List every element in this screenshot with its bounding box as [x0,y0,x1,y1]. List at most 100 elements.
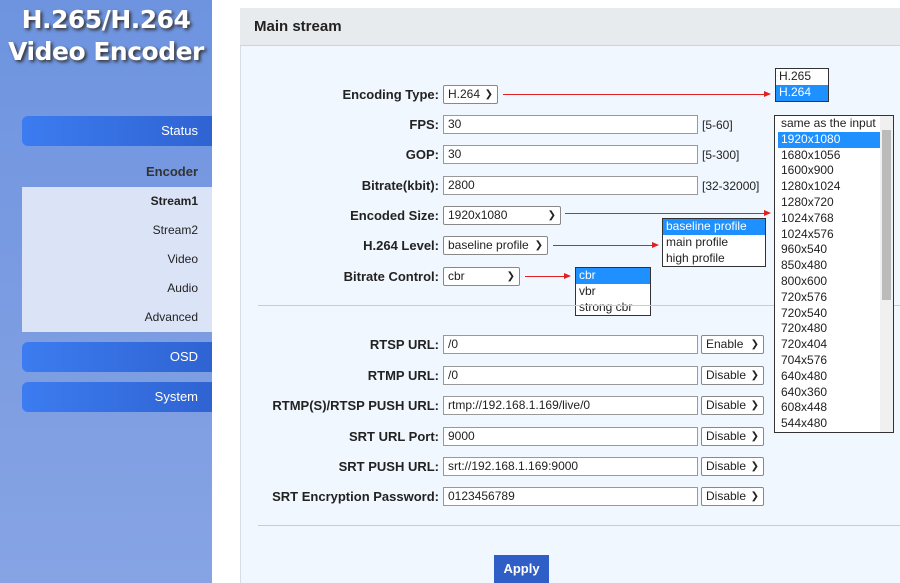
encoding-type-options[interactable]: H.265 H.264 [775,68,829,102]
gop-range: [5-300] [702,148,740,162]
sidebar: H.265/H.264 Video Encoder Status Encoder … [0,0,212,583]
nav-advanced[interactable]: Advanced [22,307,212,327]
srt-push-state-value: Disable [706,459,747,473]
rtmp-url-input[interactable]: /0 [443,366,698,385]
fps-input[interactable]: 30 [443,115,698,134]
encoded-size-value: 1920x1080 [448,208,508,222]
nav-video[interactable]: Video [22,249,212,269]
srt-port-label: SRT URL Port: [348,429,439,444]
nav-osd[interactable]: OSD [22,342,212,372]
fps-range: [5-60] [702,118,733,132]
srt-port-input[interactable]: 9000 [443,427,698,446]
arrow-icon [525,273,571,279]
size-option[interactable]: 640x480 [778,369,880,385]
nav-stream1[interactable]: Stream1 [22,191,212,211]
push-url-label: RTMP(S)/RTSP PUSH URL: [272,398,439,413]
size-option[interactable]: 720x576 [778,290,880,306]
chevron-down-icon: ❯ [506,271,515,282]
size-option[interactable]: same as the input [778,116,880,132]
size-option[interactable]: 1600x900 [778,163,880,179]
scrollbar[interactable] [880,116,893,432]
size-option[interactable]: 960x540 [778,242,880,258]
option-main[interactable]: main profile [663,235,765,251]
chevron-down-icon: ❯ [750,431,759,442]
chevron-down-icon: ❯ [484,89,493,100]
size-option[interactable]: 1280x1024 [778,179,880,195]
srt-push-state-select[interactable]: Disable ❯ [701,457,764,476]
rtsp-state-select[interactable]: Enable ❯ [701,335,764,354]
encoded-size-select[interactable]: 1920x1080 ❯ [443,206,561,225]
gop-label: GOP: [405,147,439,162]
encoded-size-options[interactable]: same as the input 1920x1080 1680x1056 1600x… [774,115,894,433]
chevron-down-icon: ❯ [750,370,759,381]
srt-port-state-select[interactable]: Disable ❯ [701,427,764,446]
push-state-value: Disable [706,398,747,412]
bitrate-label: Bitrate(kbit): [361,178,439,193]
apply-button[interactable]: Apply [494,555,549,583]
chevron-down-icon: ❯ [750,461,759,472]
srt-port-state-value: Disable [706,429,747,443]
size-option[interactable]: 640x360 [778,385,880,401]
option-h264[interactable]: H.264 [776,84,828,101]
arrow-icon [565,210,771,216]
chevron-down-icon: ❯ [750,339,759,350]
option-vbr[interactable]: vbr [576,284,650,300]
divider [258,525,900,526]
h264-level-select[interactable]: baseline profile ❯ [443,236,548,255]
size-option[interactable]: 1680x1056 [778,148,880,164]
fps-label: FPS: [409,117,439,132]
size-option[interactable]: 608x448 [778,400,880,416]
srt-password-label: SRT Encryption Password: [272,489,439,504]
size-option[interactable]: 850x480 [778,258,880,274]
size-option[interactable]: 1280x720 [778,195,880,211]
nav-encoder[interactable]: Encoder [22,162,212,182]
logo-line1: H.265/H.264 [21,5,191,34]
rtmp-url-label: RTMP URL: [367,368,439,383]
nav-stream2[interactable]: Stream2 [22,220,212,240]
size-option[interactable]: 800x600 [778,274,880,290]
chevron-down-icon: ❯ [534,240,543,251]
rtsp-url-input[interactable]: /0 [443,335,698,354]
srt-push-label: SRT PUSH URL: [338,459,439,474]
srt-push-input[interactable]: srt://192.168.1.169:9000 [443,457,698,476]
push-state-select[interactable]: Disable ❯ [701,396,764,415]
size-option[interactable]: 544x480 [778,416,880,432]
encoder-submenu: Stream1 Stream2 Video Audio Advanced [22,187,212,332]
srt-password-state-select[interactable]: Disable ❯ [701,487,764,506]
size-option[interactable]: 704x576 [778,353,880,369]
bitrate-control-options[interactable]: cbr vbr strong cbr [575,267,651,317]
bitrate-input[interactable]: 2800 [443,176,698,195]
rtmp-state-select[interactable]: Disable ❯ [701,366,764,385]
nav-system[interactable]: System [22,382,212,412]
option-strong-cbr[interactable]: strong cbr [576,300,650,316]
rtmp-state-value: Disable [706,368,747,382]
logo-line2: Video Encoder [8,37,204,66]
size-option[interactable]: 720x540 [778,306,880,322]
bitrate-control-label: Bitrate Control: [343,269,439,284]
size-option[interactable]: 720x480 [778,321,880,337]
nav-status[interactable]: Status [22,116,212,146]
srt-password-input[interactable]: 0123456789 [443,487,698,506]
nav-audio[interactable]: Audio [22,278,212,298]
encoding-type-label: Encoding Type: [342,87,439,102]
option-h265[interactable]: H.265 [776,69,828,85]
size-option[interactable]: 1024x768 [778,211,880,227]
arrow-icon [553,242,659,248]
size-option[interactable]: 1024x576 [778,227,880,243]
scrollbar-thumb[interactable] [882,130,891,300]
h264-level-options[interactable]: baseline profile main profile high profi… [662,218,766,268]
gop-input[interactable]: 30 [443,145,698,164]
bitrate-control-select[interactable]: cbr ❯ [443,267,520,286]
push-url-input[interactable]: rtmp://192.168.1.169/live/0 [443,396,698,415]
rtsp-url-label: RTSP URL: [369,337,439,352]
size-option[interactable]: 720x404 [778,337,880,353]
option-baseline[interactable]: baseline profile [663,219,765,235]
option-cbr[interactable]: cbr [576,268,650,284]
h264-level-value: baseline profile [448,238,529,252]
arrow-icon [503,91,771,97]
size-option[interactable]: 1920x1080 [778,131,880,148]
option-high[interactable]: high profile [663,251,765,267]
page-title: Main stream [240,8,900,46]
encoding-type-select[interactable]: H.264 ❯ [443,85,498,104]
bitrate-range: [32-32000] [702,179,760,193]
